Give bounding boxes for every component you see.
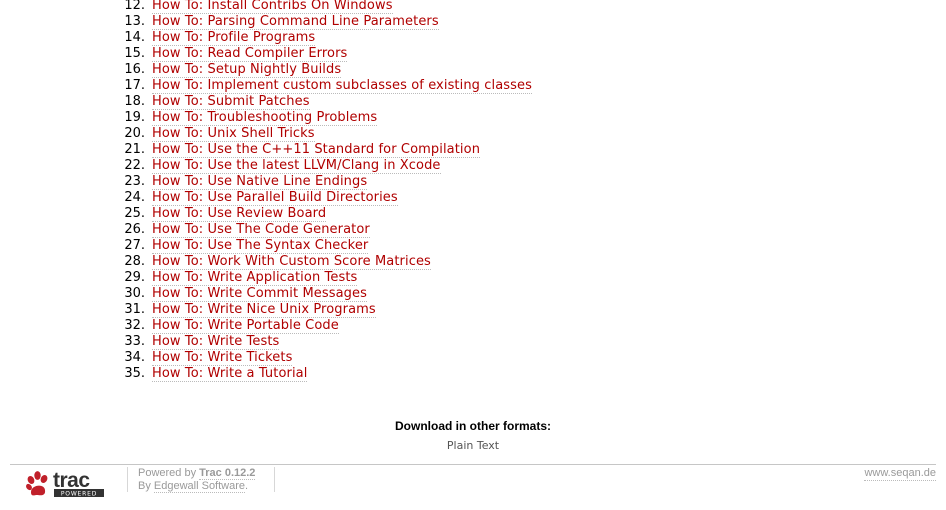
howto-link[interactable]: How To: Troubleshooting Problems <box>152 110 378 126</box>
howto-link[interactable]: How To: Write Tickets <box>152 350 293 366</box>
list-item: 18. How To: Submit Patches <box>124 94 532 110</box>
list-item: 34. How To: Write Tickets <box>124 350 532 366</box>
list-item-number: 29. <box>124 270 145 285</box>
howto-link[interactable]: How To: Write a Tutorial <box>152 366 308 382</box>
howto-link[interactable]: How To: Unix Shell Tricks <box>152 126 315 142</box>
list-item: 22. How To: Use the latest LLVM/Clang in … <box>124 158 532 174</box>
list-item: 26. How To: Use The Code Generator <box>124 222 532 238</box>
howto-link[interactable]: How To: Work With Custom Score Matrices <box>152 254 431 270</box>
howto-link[interactable]: How To: Install Contribs On Windows <box>152 0 393 14</box>
howto-link[interactable]: How To: Profile Programs <box>152 30 316 46</box>
howto-link[interactable]: How To: Use the latest LLVM/Clang in Xco… <box>152 158 441 174</box>
howto-link[interactable]: How To: Parsing Command Line Parameters <box>152 14 439 30</box>
list-item-number: 22. <box>124 158 145 173</box>
powered-tag: POWERED <box>61 491 97 498</box>
list-item-number: 24. <box>124 190 145 205</box>
list-item-number: 17. <box>124 78 145 93</box>
howto-link[interactable]: How To: Implement custom subclasses of e… <box>152 78 533 94</box>
list-item: 13. How To: Parsing Command Line Paramete… <box>124 14 532 30</box>
footer-divider <box>10 464 936 465</box>
list-item-number: 28. <box>124 254 145 269</box>
vendor-line: By Edgewall Software. <box>138 480 255 493</box>
list-item: 14. How To: Profile Programs <box>124 30 532 46</box>
list-item-number: 26. <box>124 222 145 237</box>
list-item-number: 31. <box>124 302 145 317</box>
howto-link[interactable]: How To: Read Compiler Errors <box>152 46 348 62</box>
howto-link[interactable]: How To: Use The Syntax Checker <box>152 238 369 254</box>
howto-link[interactable]: How To: Use Parallel Build Directories <box>152 190 398 206</box>
howto-link[interactable]: How To: Use The Code Generator <box>152 222 370 238</box>
list-item: 24. How To: Use Parallel Build Directorie… <box>124 190 532 206</box>
list-item-number: 13. <box>124 14 145 29</box>
howto-link[interactable]: How To: Use Review Board <box>152 206 327 222</box>
howto-link[interactable]: How To: Write Commit Messages <box>152 286 367 302</box>
list-item-number: 21. <box>124 142 145 157</box>
trac-paw-icon: trac POWERED <box>26 469 104 498</box>
list-item: 12. How To: Install Contribs On Windows <box>124 0 532 14</box>
list-item-number: 34. <box>124 350 145 365</box>
howto-link[interactable]: How To: Write Application Tests <box>152 270 358 286</box>
howto-list: 12. How To: Install Contribs On Windows 13… <box>124 0 533 382</box>
list-item-number: 23. <box>124 174 145 189</box>
list-item: 31. How To: Write Nice Unix Programs <box>124 302 532 318</box>
list-item-number: 14. <box>124 30 145 45</box>
list-item-number: 30. <box>124 286 145 301</box>
list-item-number: 12. <box>124 0 145 13</box>
list-item: 32. How To: Write Portable Code <box>124 318 532 334</box>
list-item-number: 25. <box>124 206 145 221</box>
list-item: 28. How To: Work With Custom Score Matric… <box>124 254 532 270</box>
list-item-number: 19. <box>124 110 145 125</box>
vendor-suffix: . <box>245 480 249 492</box>
howto-link[interactable]: How To: Use Native Line Endings <box>152 174 368 190</box>
by-prefix: By <box>138 480 154 492</box>
trac-version-link[interactable]: Trac 0.12.2 <box>199 467 256 480</box>
list-item-number: 15. <box>124 46 145 61</box>
site-link[interactable]: www.seqan.de <box>864 467 936 481</box>
powered-by: Powered by Trac 0.12.2 By Edgewall Softw… <box>138 467 256 493</box>
list-item-number: 35. <box>124 366 145 381</box>
list-item: 19. How To: Troubleshooting Problems <box>124 110 532 126</box>
list-item: 15. How To: Read Compiler Errors <box>124 46 532 62</box>
list-item: 23. How To: Use Native Line Endings <box>124 174 532 190</box>
list-item-number: 16. <box>124 62 145 77</box>
trac-logo[interactable]: trac POWERED <box>24 469 106 498</box>
list-item: 29. How To: Write Application Tests <box>124 270 532 286</box>
footer-separator-2 <box>274 467 275 492</box>
list-item: 20. How To: Unix Shell Tricks <box>124 126 532 142</box>
howto-link[interactable]: How To: Write Tests <box>152 334 280 350</box>
list-item: 35. How To: Write a Tutorial <box>124 366 532 382</box>
howto-link[interactable]: How To: Setup Nightly Builds <box>152 62 342 78</box>
howto-link[interactable]: How To: Write Portable Code <box>152 318 339 334</box>
list-item: 25. How To: Use Review Board <box>124 206 532 222</box>
edgewall-link[interactable]: Edgewall Software <box>153 480 246 493</box>
powered-by-line: Powered by Trac 0.12.2 <box>138 467 256 480</box>
howto-link[interactable]: How To: Submit Patches <box>152 94 310 110</box>
list-item: 16. How To: Setup Nightly Builds <box>124 62 532 78</box>
howto-link[interactable]: How To: Use the C++11 Standard for Compi… <box>152 142 481 158</box>
list-item-number: 18. <box>124 94 145 109</box>
list-item: 30. How To: Write Commit Messages <box>124 286 532 302</box>
footer-separator <box>127 467 128 492</box>
download-heading: Download in other formats: <box>395 419 551 433</box>
list-item-number: 20. <box>124 126 145 141</box>
powered-by-prefix: Powered by <box>138 467 200 479</box>
howto-link[interactable]: How To: Write Nice Unix Programs <box>152 302 376 318</box>
plain-text-link[interactable]: Plain Text <box>447 439 499 453</box>
list-item-number: 32. <box>124 318 145 333</box>
list-item-number: 27. <box>124 238 145 253</box>
download-formats: Download in other formats: Plain Text <box>0 419 946 453</box>
list-item: 27. How To: Use The Syntax Checker <box>124 238 532 254</box>
list-item: 33. How To: Write Tests <box>124 334 532 350</box>
list-item: 17. How To: Implement custom subclasses o… <box>124 78 533 94</box>
trac-wordmark: trac <box>53 470 90 492</box>
list-item: 21. How To: Use the C++11 Standard for Co… <box>124 142 532 158</box>
list-item-number: 33. <box>124 334 145 349</box>
